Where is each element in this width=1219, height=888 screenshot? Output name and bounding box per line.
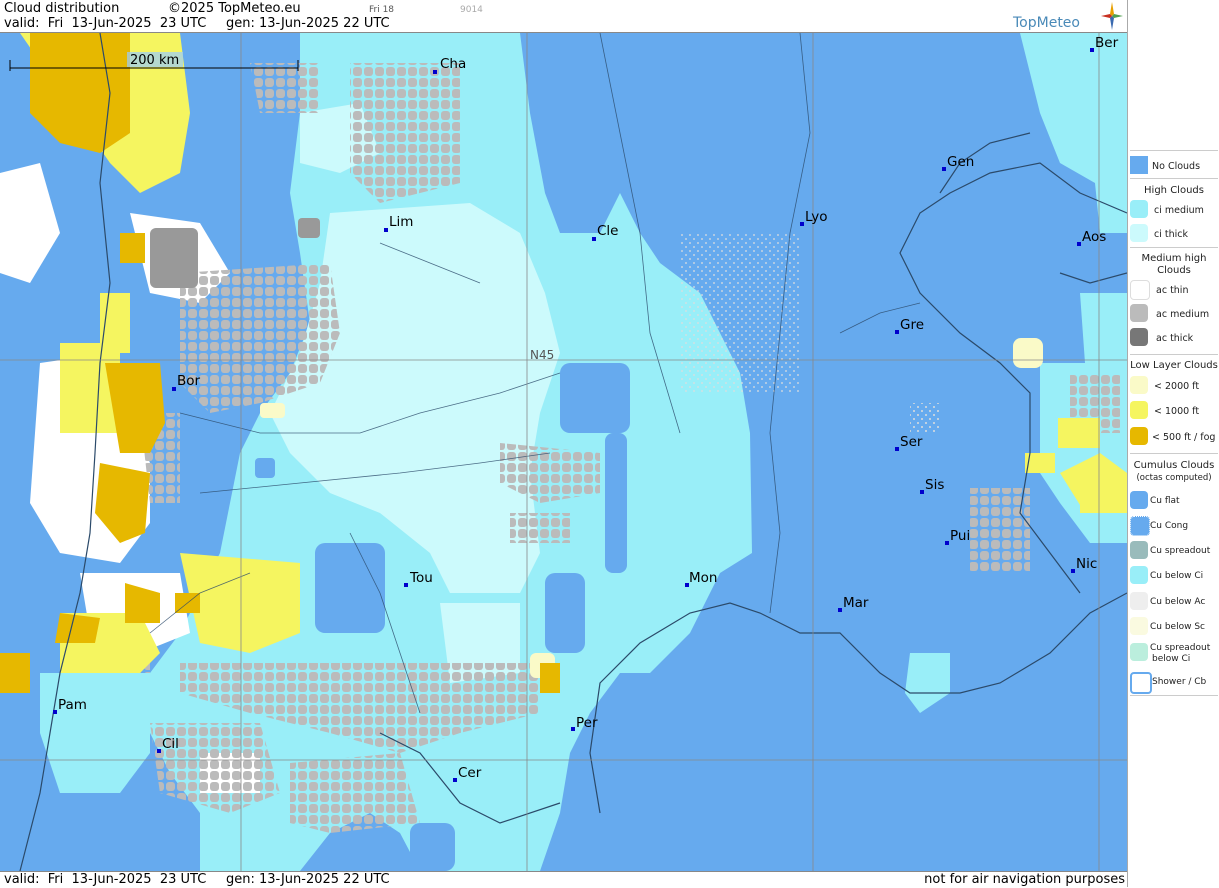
city-label: Ber xyxy=(1095,35,1119,51)
city-marker xyxy=(942,167,946,171)
legend-cu-spreadout: Cu spreadout xyxy=(1150,546,1211,556)
logo-text: TopMeteo xyxy=(1013,15,1080,31)
latitude-label: N45 xyxy=(530,348,554,362)
city-label: Gen xyxy=(947,154,974,170)
no-clouds-swatch xyxy=(1130,156,1148,174)
city-label: Gre xyxy=(900,317,924,333)
legend-cu-spread-ci-2: below Ci xyxy=(1152,654,1191,664)
city-label: Aos xyxy=(1082,229,1106,245)
cloud-map: N45 200 km Cha Lim Cle Lyo Gen Ber Aos G… xyxy=(0,33,1127,871)
legend-medium-title-1: Medium high xyxy=(1141,253,1207,264)
city-marker xyxy=(1090,48,1094,52)
city-label: Cha xyxy=(440,56,466,72)
city-label: Tou xyxy=(409,570,433,586)
city-marker xyxy=(433,70,437,74)
city-label: Cle xyxy=(597,223,618,239)
city-marker xyxy=(895,330,899,334)
scale-label: 200 km xyxy=(130,53,179,68)
copyright-text: ©2025 TopMeteo.eu xyxy=(168,1,301,16)
legend-cu-cong: Cu Cong xyxy=(1150,521,1189,531)
ac-thin-swatch xyxy=(1130,280,1150,300)
city-label: Mar xyxy=(843,595,869,611)
ci-medium-swatch xyxy=(1130,200,1148,218)
city-marker xyxy=(1077,242,1081,246)
city-marker xyxy=(592,237,596,241)
city-marker xyxy=(172,387,176,391)
legend-cu-subtitle: (octas computed) xyxy=(1136,473,1212,483)
legend-high-title: High Clouds xyxy=(1144,185,1204,196)
city-label: Ser xyxy=(900,434,923,450)
topmeteo-logo: TopMeteo xyxy=(1013,2,1123,31)
low-2000-swatch xyxy=(1130,376,1148,394)
cu-flat-dots-south xyxy=(910,403,940,433)
legend-low-500: < 500 ft / fog xyxy=(1152,432,1216,443)
legend-cu-flat: Cu flat xyxy=(1150,496,1180,506)
city-marker xyxy=(895,447,899,451)
legend-shower: Shower / Cb xyxy=(1152,677,1207,687)
legend-cu-spread-ci-1: Cu spreadout xyxy=(1150,643,1211,653)
city-label: Pam xyxy=(58,697,87,713)
legend-cu-title: Cumulus Clouds xyxy=(1133,460,1215,471)
disclaimer-text: not for air navigation purposes xyxy=(924,872,1125,887)
city-label: Sis xyxy=(925,477,944,493)
city-label: Pui xyxy=(950,528,970,544)
legend-no-clouds: No Clouds xyxy=(1152,161,1201,172)
city-marker xyxy=(838,608,842,612)
city-marker xyxy=(157,749,161,753)
day-tag: Fri 18 xyxy=(369,5,395,15)
cu-below-sc-swatch xyxy=(1130,617,1148,635)
city-label: Cer xyxy=(458,765,482,781)
legend-low-2000: < 2000 ft xyxy=(1154,381,1200,392)
legend-cu-below-ci: Cu below Ci xyxy=(1150,571,1204,581)
cu-below-ci-swatch xyxy=(1130,566,1148,584)
legend-cu-below-ac: Cu below Ac xyxy=(1150,597,1206,607)
city-marker xyxy=(404,583,408,587)
cu-spreadout-swatch xyxy=(1130,541,1148,559)
city-label: Bor xyxy=(177,373,201,389)
footer-generated-time: gen: 13-Jun-2025 22 UTC xyxy=(226,872,390,887)
low-500-swatch xyxy=(1130,427,1148,445)
map-header: Cloud distribution ©2025 TopMeteo.eu val… xyxy=(0,0,1127,33)
map-footer: valid: Fri 13-Jun-2025 23 UTC gen: 13-Ju… xyxy=(0,871,1127,888)
cu-cong-swatch xyxy=(1130,516,1150,536)
city-label: Cil xyxy=(162,736,179,752)
city-marker xyxy=(384,228,388,232)
city-marker xyxy=(800,222,804,226)
city-marker xyxy=(453,778,457,782)
legend-panel: No Clouds High Clouds ci medium ci thick… xyxy=(1127,0,1219,887)
city-label: Mon xyxy=(689,570,717,586)
legend-medium-title-2: Clouds xyxy=(1157,265,1191,276)
city-marker xyxy=(1071,569,1075,573)
city-label: Nic xyxy=(1076,556,1097,572)
legend-ci-medium: ci medium xyxy=(1154,205,1204,216)
city-label: Lyo xyxy=(805,209,828,225)
low-1000-swatch xyxy=(1130,401,1148,419)
map-title: Cloud distribution xyxy=(4,1,120,16)
legend-low-1000: < 1000 ft xyxy=(1154,406,1200,417)
code-tag: 9014 xyxy=(460,5,483,15)
cu-flat-swatch xyxy=(1130,491,1148,509)
legend-ac-thin: ac thin xyxy=(1156,285,1189,296)
legend-ac-medium: ac medium xyxy=(1156,309,1210,320)
ac-thick-swatch xyxy=(1130,328,1148,346)
cu-spread-ci-swatch xyxy=(1130,643,1148,661)
city-marker xyxy=(920,490,924,494)
cu-below-ac-swatch xyxy=(1130,592,1148,610)
ci-thick-swatch xyxy=(1130,224,1148,242)
city-marker xyxy=(945,541,949,545)
legend-ac-thick: ac thick xyxy=(1156,333,1194,344)
compass-star-icon xyxy=(1101,2,1123,30)
shower-swatch xyxy=(1130,672,1152,694)
city-label: Lim xyxy=(389,214,413,230)
legend-cu-below-sc: Cu below Sc xyxy=(1150,622,1205,632)
valid-time: valid: Fri 13-Jun-2025 23 UTC xyxy=(4,16,207,31)
city-marker xyxy=(571,727,575,731)
legend-ci-thick: ci thick xyxy=(1154,229,1188,240)
city-label: Per xyxy=(576,715,598,731)
ac-medium-swatch xyxy=(1130,304,1148,322)
footer-valid-time: valid: Fri 13-Jun-2025 23 UTC xyxy=(4,872,207,887)
generated-time: gen: 13-Jun-2025 22 UTC xyxy=(226,16,390,31)
legend-low-title: Low Layer Clouds xyxy=(1130,360,1218,371)
city-marker xyxy=(53,710,57,714)
